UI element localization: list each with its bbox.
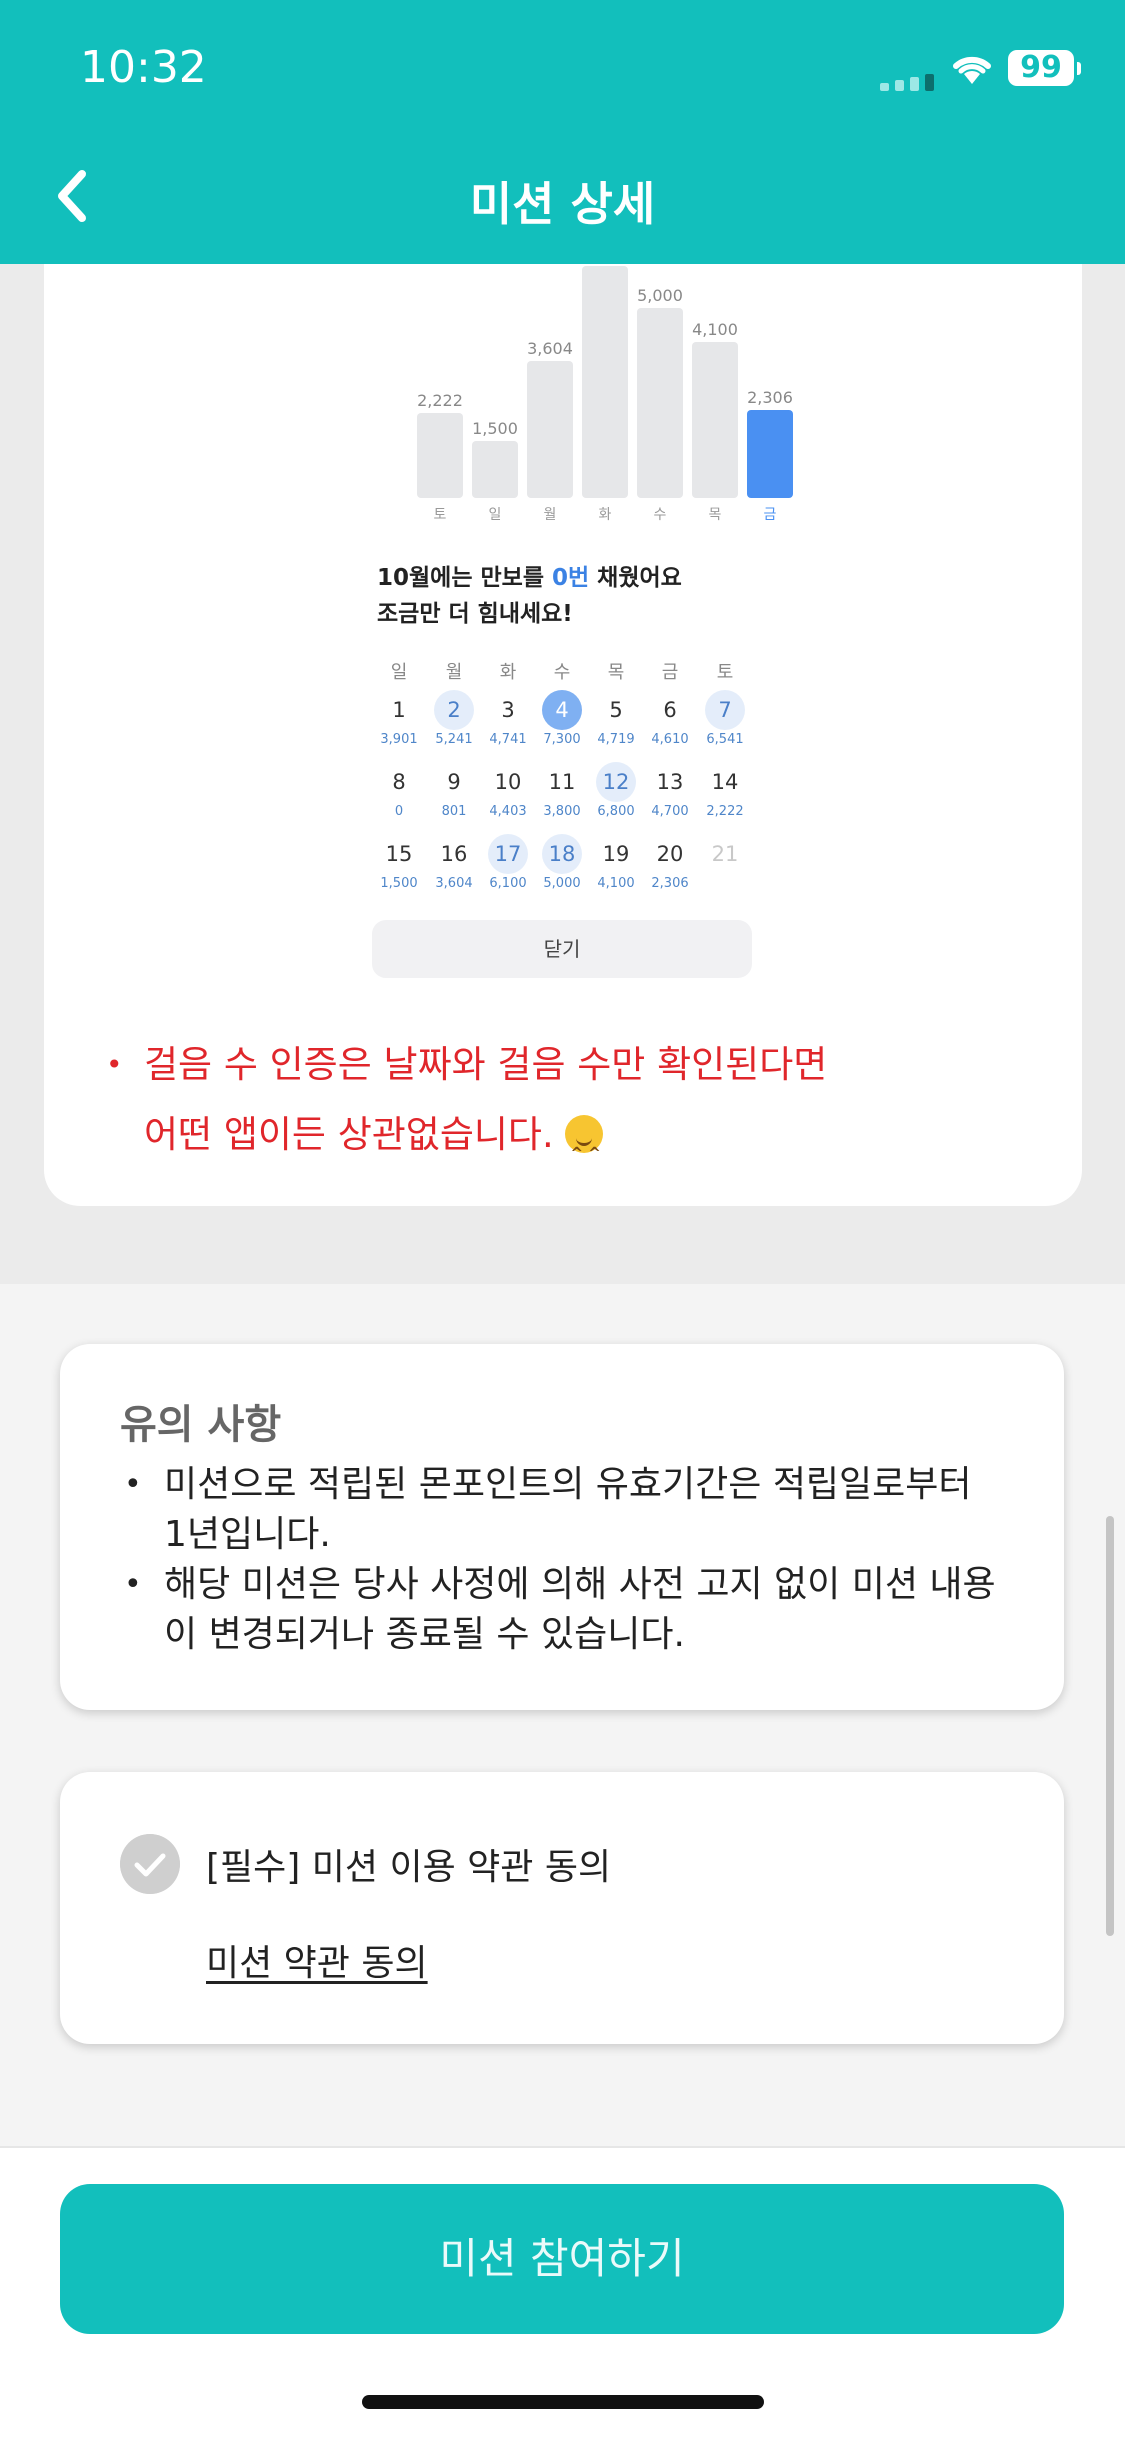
terms-agree-label[interactable]: [필수] 미션 이용 약관 동의	[206, 1838, 611, 1890]
smiling-face-icon	[565, 1115, 604, 1188]
month-summary-post: 채웠어요	[589, 565, 682, 591]
calendar-day[interactable]: 7	[705, 690, 745, 730]
join-mission-button[interactable]: 미션 참여하기	[60, 2184, 1064, 2334]
weekday-header: 토	[716, 662, 734, 683]
terms-card: [필수] 미션 이용 약관 동의 미션 약관 동의	[60, 1772, 1064, 2044]
check-circle-icon[interactable]	[120, 1834, 180, 1894]
calendar-day[interactable]: 1	[379, 690, 419, 730]
bullet: •	[124, 1467, 142, 1502]
chart-day-label: 토	[433, 507, 447, 523]
chart-bar	[692, 342, 738, 498]
chart-bar	[472, 440, 518, 498]
chart-day-label: 수	[653, 507, 667, 523]
weekday-header: 월	[445, 662, 463, 683]
weekday-header: 일	[390, 662, 408, 683]
chart-bar	[637, 307, 683, 498]
calendar-day[interactable]: 18	[542, 834, 582, 874]
calendar-day[interactable]: 17	[488, 834, 528, 874]
wifi-icon	[953, 56, 991, 84]
month-summary-count: 0번	[551, 565, 590, 591]
chart-bar-value: 2,222	[417, 391, 463, 411]
chart-bar	[417, 413, 463, 498]
chart-bar	[582, 266, 628, 498]
calendar-day[interactable]: 13	[650, 762, 690, 802]
chart-day-label: 일	[488, 507, 502, 523]
calendar-day-steps: 2,222	[706, 804, 744, 819]
calendar-day[interactable]: 9	[434, 762, 474, 802]
caution-card: 유의 사항 • 미션으로 적립된 몬포인트의 유효기간은 적립일로부터 1년입니다…	[60, 1344, 1064, 1710]
home-indicator	[362, 2395, 764, 2409]
notice-line2: 어떤 앱이든 상관없습니다.	[144, 1113, 566, 1156]
month-summary: 10월에는 만보를 0번 채웠어요 조금만 더 힘내세요!	[377, 560, 682, 632]
calendar-day[interactable]: 10	[488, 762, 528, 802]
cellular-signal-icon	[880, 74, 934, 91]
calendar-day[interactable]: 15	[379, 834, 419, 874]
terms-link[interactable]: 미션 약관 동의	[206, 1934, 428, 1986]
notice-line1: 걸음 수 인증은 날짜와 걸음 수만 확인된다면	[144, 1043, 828, 1086]
calendar-day[interactable]: 12	[596, 762, 636, 802]
calendar-day[interactable]: 4	[542, 690, 582, 730]
mission-guide-card: 2,222토1,500일3,604월6,100화5,000수4,100목2,30…	[44, 264, 1082, 1206]
chart-day-label: 화	[598, 507, 612, 523]
month-summary-encourage: 조금만 더 힘내세요!	[377, 601, 573, 627]
calendar-day[interactable]: 2	[434, 690, 474, 730]
calendar-day[interactable]: 21	[705, 834, 745, 874]
status-time: 10:32	[80, 42, 207, 93]
calendar-day[interactable]: 6	[650, 690, 690, 730]
calendar-day[interactable]: 5	[596, 690, 636, 730]
chart-bar-value: 2,306	[747, 388, 793, 408]
calendar-day[interactable]: 14	[705, 762, 745, 802]
scrollbar[interactable]	[1106, 1516, 1114, 1936]
bullet: •	[124, 1567, 142, 1602]
chart-bar-value: 5,000	[637, 285, 683, 305]
calendar-day[interactable]: 20	[650, 834, 690, 874]
notice-bullet: •	[106, 1048, 123, 1081]
calendar-day-steps: 2,306	[651, 876, 689, 891]
calendar-day[interactable]: 8	[379, 762, 419, 802]
chart-day-label: 월	[543, 507, 557, 523]
notice-text: 걸음 수 인증은 날짜와 걸음 수만 확인된다면 어떤 앱이든 상관없습니다.	[144, 1030, 944, 1188]
chart-day-label: 금	[763, 507, 777, 523]
calendar-day-steps: 6,541	[706, 732, 744, 747]
caution-title: 유의 사항	[120, 1402, 282, 1448]
chart-bar-value: 1,500	[472, 418, 518, 438]
weekday-header: 금	[661, 662, 679, 683]
month-summary-pre: 10월에는 만보를	[377, 565, 552, 591]
chart-bar-value: 4,100	[692, 320, 738, 340]
weekday-header: 화	[499, 662, 517, 683]
chart-bar	[527, 360, 573, 498]
chart-bar-value: 3,604	[527, 338, 573, 358]
weekly-steps-chart: 2,222토1,500일3,604월6,100화5,000수4,100목2,30…	[414, 264, 804, 524]
caution-text: 해당 미션은 당사 사정에 의해 사전 고지 없이 미션 내용이 변경되거나 종…	[164, 1564, 996, 1655]
weekday-header: 목	[607, 662, 625, 683]
weekday-header: 수	[553, 662, 571, 683]
calendar-day[interactable]: 11	[542, 762, 582, 802]
calendar-day[interactable]: 3	[488, 690, 528, 730]
app-header: 10:32 99 미션 상세	[0, 0, 1125, 264]
caution-list: • 미션으로 적립된 몬포인트의 유효기간은 적립일로부터 1년입니다. • 해당 …	[124, 1460, 1004, 1660]
battery-tip	[1077, 62, 1081, 75]
close-button[interactable]: 닫기	[372, 920, 752, 978]
page-title: 미션 상세	[469, 177, 656, 231]
calendar-day[interactable]: 16	[434, 834, 474, 874]
caution-item: • 미션으로 적립된 몬포인트의 유효기간은 적립일로부터 1년입니다.	[124, 1460, 1004, 1560]
chart-bar	[747, 410, 793, 498]
battery-icon: 99	[1008, 50, 1074, 86]
chart-day-label: 목	[708, 507, 722, 523]
calendar-day[interactable]: 19	[596, 834, 636, 874]
caution-item: • 해당 미션은 당사 사정에 의해 사전 고지 없이 미션 내용이 변경되거나 …	[124, 1560, 1004, 1660]
caution-text: 미션으로 적립된 몬포인트의 유효기간은 적립일로부터 1년입니다.	[164, 1464, 972, 1555]
